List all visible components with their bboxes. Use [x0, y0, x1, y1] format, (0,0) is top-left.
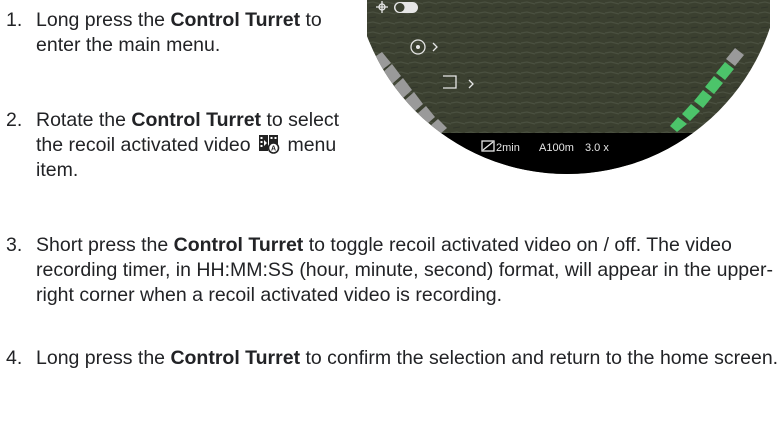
- menu-item-drone[interactable]: [376, 1, 418, 13]
- step-number: 2.: [6, 109, 23, 131]
- control-turret-term: Control Turret: [170, 9, 301, 31]
- recoil-video-icon: A: [259, 135, 280, 154]
- scope-view: 2min A100m 3.0 x: [367, 0, 770, 176]
- step-text: to confirm the selection and return to t…: [300, 347, 779, 369]
- control-turret-term: Control Turret: [131, 109, 262, 131]
- control-turret-term: Control Turret: [173, 234, 304, 256]
- svg-text:A: A: [271, 146, 276, 153]
- step-4: 4. Long press the Control Turret to conf…: [6, 346, 781, 371]
- step-3: 3. Short press the Control Turret to tog…: [6, 233, 781, 308]
- status-range: A100m: [539, 142, 574, 154]
- step-number: 1.: [6, 9, 23, 31]
- step-text: Short press the: [36, 234, 174, 256]
- step-number: 4.: [6, 347, 23, 369]
- scope-image: 2min A100m 3.0 x: [367, 0, 770, 176]
- step-2: 2. Rotate the Control Turret to select t…: [6, 108, 346, 183]
- step-text: Rotate the: [36, 109, 132, 131]
- step-text: Long press the: [36, 9, 171, 31]
- status-timer: 2min: [496, 142, 520, 154]
- step-1: 1. Long press the Control Turret to ente…: [6, 8, 346, 58]
- status-zoom: 3.0 x: [585, 142, 609, 154]
- toggle-knob: [395, 3, 405, 12]
- step-number: 3.: [6, 234, 23, 256]
- step-text: Long press the: [36, 347, 171, 369]
- control-turret-term: Control Turret: [170, 347, 301, 369]
